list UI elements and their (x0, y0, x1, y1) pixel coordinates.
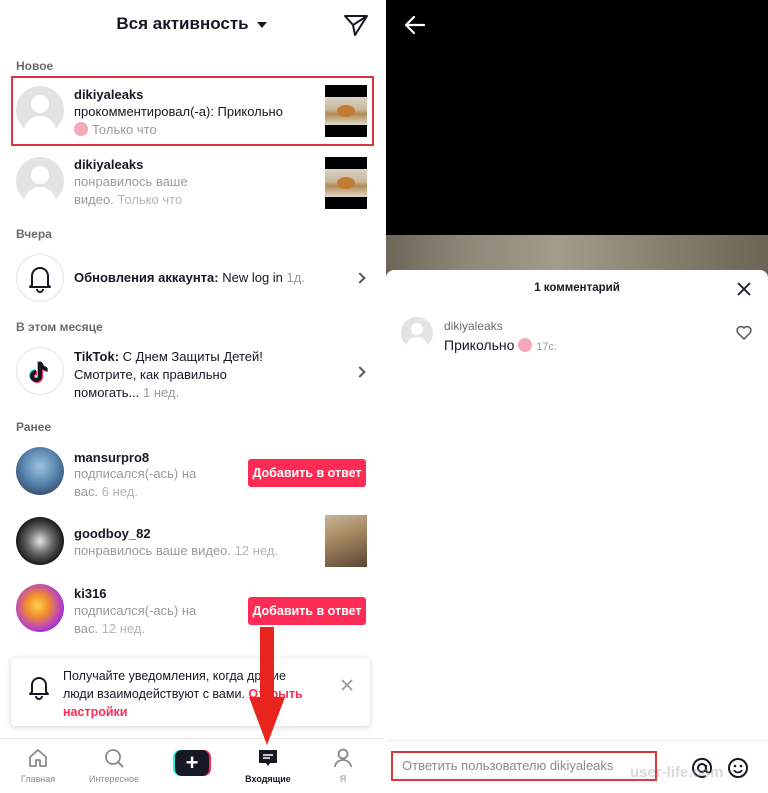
avatar[interactable] (16, 517, 64, 565)
tab-label: Входящие (245, 774, 291, 784)
avatar (16, 347, 64, 395)
notification-account-updates[interactable]: Обновления аккаунта: New log in 1д. (0, 250, 383, 306)
notification-text: Обновления аккаунта: New log in 1д. (74, 270, 305, 285)
watermark: user-life.com (630, 764, 724, 781)
search-icon (105, 749, 124, 768)
plus-icon: + (175, 750, 209, 776)
create-button[interactable]: + (173, 750, 211, 776)
video-thumbnail[interactable] (325, 515, 367, 567)
notification-text-2: вас. 6 нед. (74, 484, 138, 499)
notification-text-2: видео. Только что (74, 192, 183, 207)
arrow-down-icon (249, 627, 285, 745)
notification-text: подписался(-ась) на (74, 603, 197, 618)
tab-profile[interactable]: Я (308, 739, 378, 793)
section-earlier: Ранее (16, 420, 52, 434)
notification-user[interactable]: mansurpro8 (74, 450, 149, 465)
home-icon (29, 749, 47, 767)
inbox-icon (259, 750, 277, 766)
follow-back-button[interactable]: Добавить в ответ (248, 459, 366, 487)
tab-label: Интересное (89, 774, 139, 784)
notification-text: понравилось ваше (74, 174, 188, 189)
notification-text: TikTok: С Днем Защиты Детей! (74, 349, 263, 364)
comments-sheet: 1 комментарий dikiyaleaks Прикольно 17с.… (386, 270, 768, 793)
video-comments-panel: 1 комментарий dikiyaleaks Прикольно 17с.… (386, 0, 768, 793)
notification-user[interactable]: ki316 (74, 586, 107, 601)
notification-text-2: Смотрите, как правильно (74, 367, 227, 382)
open-settings-link-2[interactable]: настройки (63, 705, 127, 719)
bell-icon (29, 677, 49, 700)
emoji-icon[interactable] (727, 757, 749, 779)
close-icon[interactable] (340, 678, 354, 692)
notification-text: подписался(-ась) на (74, 466, 197, 481)
comment-text: Прикольно 17с. (444, 337, 558, 353)
tab-home[interactable]: Главная (3, 739, 73, 793)
video-thumbnail[interactable] (325, 157, 367, 209)
notification-like[interactable]: dikiyaleaks понравилось ваше видео. Толь… (0, 150, 383, 214)
section-yesterday: Вчера (16, 227, 52, 241)
reply-input[interactable]: Ответить пользователю dikiyaleaks (391, 751, 657, 781)
notification-text-3: помогать... 1 нед. (74, 385, 180, 400)
comments-count: 1 комментарий (534, 282, 620, 294)
chevron-right-icon[interactable] (354, 272, 366, 284)
send-icon[interactable] (343, 12, 369, 38)
avatar[interactable] (16, 584, 64, 632)
close-icon[interactable] (737, 282, 751, 296)
notification-settings-card: Получайте уведомления, когда другие люди… (11, 658, 370, 726)
follow-back-button[interactable]: Добавить в ответ (248, 597, 366, 625)
bell-icon (29, 267, 51, 293)
section-new: Новое (16, 59, 54, 73)
back-arrow-icon[interactable] (404, 14, 426, 36)
notification-user[interactable]: goodboy_82 (74, 526, 151, 541)
notification-text: понравилось ваше видео. 12 нед. (74, 543, 279, 558)
caret-down-icon (256, 21, 267, 28)
tab-discover[interactable]: Интересное (79, 739, 149, 793)
notification-follow[interactable]: ki316 подписался(-ась) на вас. 12 нед. Д… (0, 582, 383, 640)
avatar (16, 254, 64, 302)
comment-user[interactable]: dikiyaleaks (444, 319, 503, 333)
avatar[interactable] (401, 317, 433, 349)
section-this-month: В этом месяце (16, 320, 103, 334)
notification-text-2: вас. 12 нед. (74, 621, 146, 636)
tab-label: Главная (20, 774, 56, 784)
notification-like[interactable]: goodboy_82 понравилось ваше видео. 12 не… (0, 512, 383, 572)
notification-user[interactable]: dikiyaleaks (74, 157, 143, 172)
tiktok-logo-icon (29, 361, 48, 383)
notice-text: Получайте уведомления, когда другие люди… (63, 669, 303, 719)
tab-label: Я (339, 774, 347, 784)
activity-filter-dropdown[interactable]: Вся активность (0, 14, 383, 34)
tab-inbox[interactable]: Входящие (233, 739, 303, 793)
notification-follow[interactable]: mansurpro8 подписался(-ась) на вас. 6 не… (0, 444, 383, 502)
reply-bar: Ответить пользователю dikiyaleaks user-l… (386, 740, 768, 793)
chevron-right-icon[interactable] (354, 366, 366, 378)
profile-icon (334, 748, 352, 768)
heart-icon[interactable] (736, 325, 752, 340)
activity-panel: Вся активность Новое dikiyaleaks прокомм… (0, 0, 383, 793)
highlight-box (11, 76, 374, 146)
avatar[interactable] (16, 157, 64, 205)
activity-header: Вся активность (0, 0, 383, 50)
sticker-icon (518, 338, 533, 352)
activity-title: Вся активность (116, 14, 249, 33)
avatar[interactable] (16, 447, 64, 495)
notification-tiktok[interactable]: TikTok: С Днем Защиты Детей! Смотрите, к… (0, 342, 383, 404)
